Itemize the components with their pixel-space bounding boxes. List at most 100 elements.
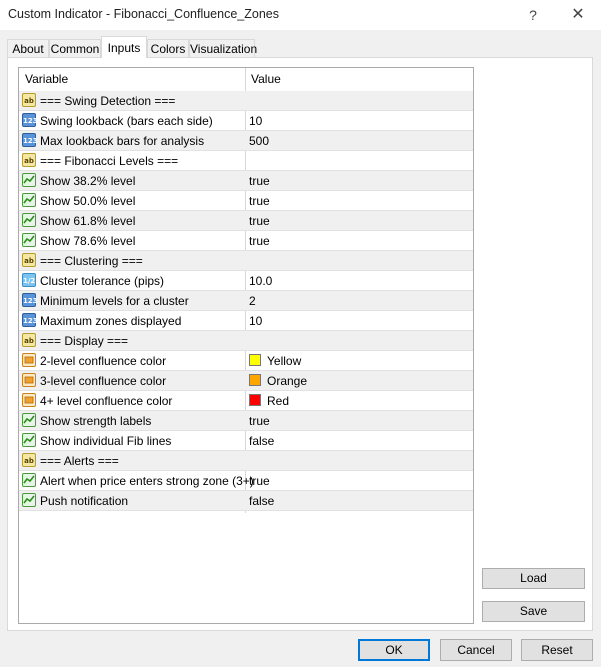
reset-button[interactable]: Reset — [521, 639, 593, 661]
inputs-grid[interactable]: Variable Value ab === Swing Detection ===… — [18, 67, 474, 624]
title-bar: Custom Indicator - Fibonacci_Confluence_… — [0, 0, 601, 30]
variable-name: Show 38.2% level — [40, 174, 136, 188]
variable-value[interactable]: Red — [267, 394, 289, 408]
variable-name: Cluster tolerance (pips) — [40, 274, 165, 288]
string-type-icon: ab — [22, 93, 36, 107]
grid-row[interactable]: ab === Clustering === — [19, 251, 473, 271]
variable-value[interactable]: true — [249, 414, 270, 428]
color-swatch[interactable] — [249, 394, 261, 406]
variable-name: Show 61.8% level — [40, 214, 136, 228]
variable-name: Maximum zones displayed — [40, 314, 182, 328]
variable-name: Max lookback bars for analysis — [40, 134, 205, 148]
color-swatch[interactable] — [249, 354, 261, 366]
variable-name: === Fibonacci Levels === — [40, 154, 179, 168]
variable-value[interactable]: true — [249, 214, 270, 228]
grid-row[interactable]: Alert when price enters strong zone (3+)… — [19, 471, 473, 491]
window-title: Custom Indicator - Fibonacci_Confluence_… — [8, 7, 279, 21]
variable-name: === Alerts === — [40, 454, 119, 468]
grid-header: Variable Value — [19, 68, 473, 92]
variable-value[interactable]: false — [249, 434, 274, 448]
tab-colors[interactable]: Colors — [147, 39, 189, 57]
string-type-icon: ab — [22, 333, 36, 347]
integer-type-icon: 123 — [22, 293, 38, 307]
grid-row[interactable]: ab === Fibonacci Levels === — [19, 151, 473, 171]
variable-name: 2-level confluence color — [40, 354, 167, 368]
variable-name: === Display === — [40, 334, 129, 348]
grid-row[interactable]: 123 Maximum zones displayed 10 — [19, 311, 473, 331]
cancel-button[interactable]: Cancel — [440, 639, 512, 661]
grid-row[interactable]: 123 Minimum levels for a cluster 2 — [19, 291, 473, 311]
color-type-icon — [22, 393, 36, 407]
integer-type-icon: 123 — [22, 313, 38, 327]
variable-name: Show individual Fib lines — [40, 434, 172, 448]
grid-row[interactable]: ab === Alerts === — [19, 451, 473, 471]
variable-name: Show strength labels — [40, 414, 152, 428]
grid-row[interactable]: Show 61.8% level true — [19, 211, 473, 231]
grid-row[interactable]: 1/2 Cluster tolerance (pips) 10.0 — [19, 271, 473, 291]
variable-name: === Swing Detection === — [40, 94, 176, 108]
variable-name: Minimum levels for a cluster — [40, 294, 189, 308]
variable-name: === Clustering === — [40, 254, 143, 268]
grid-row[interactable]: 2-level confluence color Yellow — [19, 351, 473, 371]
variable-value[interactable]: Yellow — [267, 354, 301, 368]
grid-row[interactable]: 123 Max lookback bars for analysis 500 — [19, 131, 473, 151]
value-column-header[interactable]: Value — [251, 72, 281, 86]
boolean-type-icon — [22, 173, 36, 187]
variable-value[interactable]: true — [249, 194, 270, 208]
variable-value[interactable]: 10 — [249, 314, 262, 328]
variable-name: Show 50.0% level — [40, 194, 136, 208]
grid-row[interactable]: ab === Display === — [19, 331, 473, 351]
variable-value[interactable]: 10 — [249, 114, 262, 128]
variable-name: Alert when price enters strong zone (3+) — [40, 474, 254, 488]
string-type-icon: ab — [22, 253, 36, 267]
string-type-icon: ab — [22, 453, 36, 467]
integer-type-icon: 123 — [22, 113, 38, 127]
boolean-type-icon — [22, 233, 36, 247]
color-type-icon — [22, 373, 36, 387]
grid-row[interactable]: Show 38.2% level true — [19, 171, 473, 191]
close-button[interactable]: ✕ — [563, 3, 593, 27]
tab-common[interactable]: Common — [49, 39, 101, 57]
ok-button[interactable]: OK — [358, 639, 430, 661]
boolean-type-icon — [22, 433, 36, 447]
variable-name: Swing lookback (bars each side) — [40, 114, 213, 128]
color-type-icon — [22, 353, 36, 367]
grid-row[interactable]: Show 78.6% level true — [19, 231, 473, 251]
double-type-icon: 1/2 — [22, 273, 36, 287]
grid-row[interactable]: Show individual Fib lines false — [19, 431, 473, 451]
boolean-type-icon — [22, 493, 36, 507]
grid-row[interactable]: Show strength labels true — [19, 411, 473, 431]
grid-row[interactable]: Push notification false — [19, 491, 473, 511]
variable-name: Push notification — [40, 494, 129, 508]
integer-type-icon: 123 — [22, 133, 38, 147]
variable-value[interactable]: 500 — [249, 134, 269, 148]
load-button[interactable]: Load — [482, 568, 585, 589]
tab-about[interactable]: About — [7, 39, 49, 57]
variable-value[interactable]: true — [249, 474, 270, 488]
help-button[interactable]: ? — [518, 3, 548, 27]
grid-row[interactable]: 3-level confluence color Orange — [19, 371, 473, 391]
variable-value[interactable]: Orange — [267, 374, 307, 388]
boolean-type-icon — [22, 413, 36, 427]
variable-value[interactable]: true — [249, 174, 270, 188]
grid-row[interactable]: 4+ level confluence color Red — [19, 391, 473, 411]
grid-row[interactable]: 123 Swing lookback (bars each side) 10 — [19, 111, 473, 131]
variable-name: 4+ level confluence color — [40, 394, 173, 408]
boolean-type-icon — [22, 473, 36, 487]
variable-value[interactable]: true — [249, 234, 270, 248]
string-type-icon: ab — [22, 153, 36, 167]
boolean-type-icon — [22, 213, 36, 227]
save-button[interactable]: Save — [482, 601, 585, 622]
boolean-type-icon — [22, 193, 36, 207]
variable-name: 3-level confluence color — [40, 374, 167, 388]
grid-row[interactable]: ab === Swing Detection === — [19, 91, 473, 111]
color-swatch[interactable] — [249, 374, 261, 386]
variable-value[interactable]: 10.0 — [249, 274, 272, 288]
grid-row[interactable]: Show 50.0% level true — [19, 191, 473, 211]
variable-name: Show 78.6% level — [40, 234, 136, 248]
variable-column-header[interactable]: Variable — [25, 72, 68, 86]
tab-visualization[interactable]: Visualization — [189, 39, 257, 57]
tab-inputs[interactable]: Inputs — [101, 36, 147, 58]
variable-value[interactable]: false — [249, 494, 274, 508]
variable-value[interactable]: 2 — [249, 294, 256, 308]
